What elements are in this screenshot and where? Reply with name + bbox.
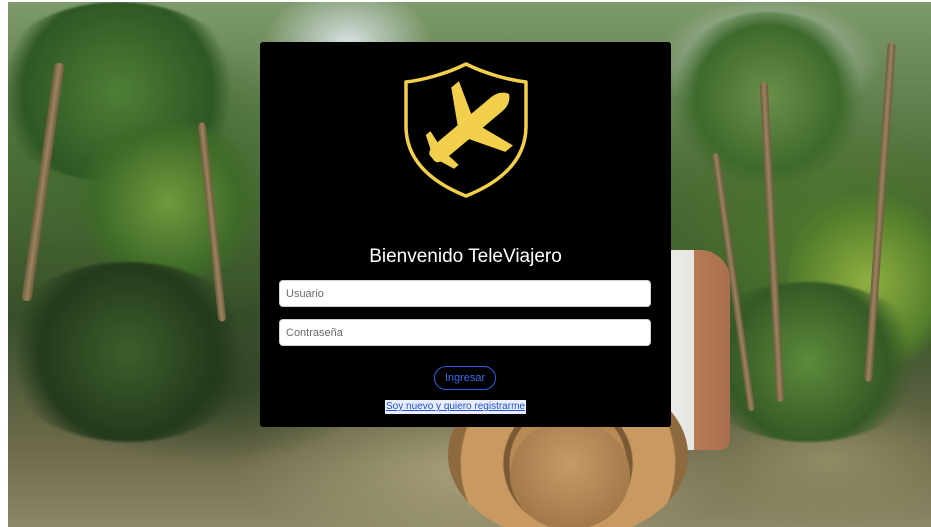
login-card: Bienvenido TeleViajero Ingresar Soy nuev… xyxy=(260,42,671,427)
ingresar-button[interactable]: Ingresar xyxy=(434,366,496,390)
password-input[interactable] xyxy=(279,319,651,346)
login-page: Bienvenido TeleViajero Ingresar Soy nuev… xyxy=(0,0,931,527)
register-link[interactable]: Soy nuevo y quiero registrarme xyxy=(385,400,526,414)
airplane-shield-icon xyxy=(401,60,531,200)
background-palm xyxy=(68,122,268,282)
welcome-title: Bienvenido TeleViajero xyxy=(369,246,562,267)
straw-hat-crown xyxy=(510,420,630,527)
username-input[interactable] xyxy=(279,280,651,307)
